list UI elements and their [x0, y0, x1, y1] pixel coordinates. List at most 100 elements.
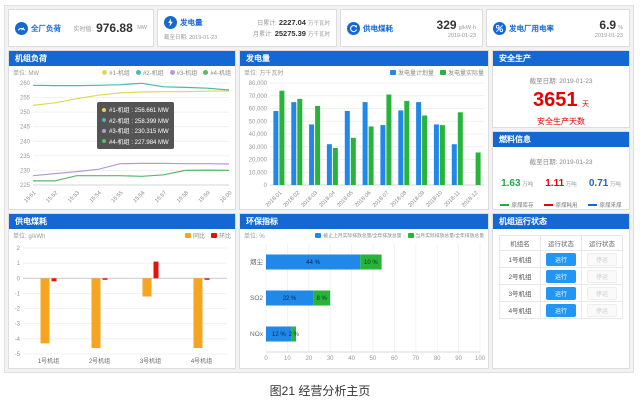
svg-text:20: 20 [305, 356, 312, 362]
card-value: 2227.04 [279, 18, 306, 27]
run-status-button[interactable]: 运行 [546, 304, 576, 317]
legend-item[interactable]: #3-机组 [170, 68, 198, 77]
svg-text:15:58: 15:58 [176, 190, 190, 204]
bar [273, 111, 278, 185]
card-unit: % [618, 25, 623, 31]
svg-text:1: 1 [17, 261, 21, 267]
table-row: 4号机组运行停运 [500, 302, 623, 319]
bottom-row: 供电煤耗 单位: g/kWh 同比环比 -5-4-3-2-10121号机组2号机… [8, 213, 630, 369]
legend-item[interactable]: 发电量计划量 [390, 68, 434, 77]
series-line [33, 163, 229, 175]
unit-name: 2号机组 [500, 268, 541, 285]
svg-text:2018-10: 2018-10 [425, 190, 444, 209]
svg-text:烟尘: 烟尘 [250, 257, 264, 266]
card-value: 976.88 [96, 21, 133, 35]
svg-text:230: 230 [20, 168, 31, 174]
svg-text:0: 0 [264, 183, 268, 189]
legend-swatch [500, 204, 509, 206]
card-unit: 万千瓦时 [308, 30, 330, 38]
chart-tooltip: #1-机组 : 256.661 MW#2-机组 : 258.399 MW#3-机… [97, 102, 174, 149]
kpi-card-coal-rate[interactable]: 供电煤耗 329g/kW·h 2019-01-23 [340, 9, 483, 47]
kpi-card-aux-power[interactable]: 发电厂用电率 6.9% 2019-01-23 [486, 9, 630, 47]
legend-item[interactable]: 截止上月实际排放总量/全年排放总量 [315, 232, 401, 239]
run-status-button[interactable]: 运行 [546, 270, 576, 283]
legend-item[interactable]: 发电量实际量 [440, 68, 484, 77]
kpi-card-plant-load[interactable]: 全厂负荷 实时值: 976.88 MW [8, 9, 154, 47]
kpi-card-generation[interactable]: 发电量 截至日期: 2019-01-23 日累计:2227.04万千瓦时 月累计… [157, 9, 337, 47]
svg-text:60,000: 60,000 [249, 107, 268, 113]
svg-text:30,000: 30,000 [249, 145, 268, 151]
card-title: 全厂负荷 [31, 23, 61, 34]
svg-text:10 %: 10 % [364, 260, 378, 266]
table-row: 3号机组运行停运 [500, 285, 623, 302]
panel-environment: 环保指标 单位: % 截止上月实际排放总量/全年排放总量当月实际排放总量/全年排… [239, 213, 489, 369]
svg-text:2018-08: 2018-08 [390, 190, 409, 209]
unit-status-table: 机组名运行状态运行状态1号机组运行停运2号机组运行停运3号机组运行停运4号机组运… [499, 235, 623, 319]
bar [452, 144, 457, 185]
bar [41, 278, 50, 343]
fuel-item: 1.11 万吨 [545, 173, 576, 191]
svg-text:2号机组: 2号机组 [89, 357, 110, 365]
bar [143, 278, 152, 296]
svg-text:44 %: 44 % [306, 260, 320, 266]
run-status-button[interactable]: 运行 [546, 253, 576, 266]
stop-status-button[interactable]: 停运 [587, 253, 617, 266]
legend-item[interactable]: #2-机组 [136, 68, 164, 77]
run-status-button[interactable]: 运行 [546, 287, 576, 300]
stop-status-button[interactable]: 停运 [587, 287, 617, 300]
chart-legend: 同比环比 [185, 231, 231, 240]
svg-text:2018-04: 2018-04 [318, 190, 337, 209]
chart-legend: 发电量计划量 发电量实际量 [390, 68, 484, 77]
legend-item[interactable]: 环比 [211, 231, 231, 240]
fuel-item: 1.63 万吨 [501, 173, 533, 191]
legend-item[interactable]: 同比 [185, 231, 205, 240]
safety-days: 3651 天 [493, 89, 629, 112]
svg-text:2018-09: 2018-09 [407, 190, 426, 209]
svg-text:2: 2 [17, 246, 21, 252]
series-line [33, 170, 229, 181]
bar [309, 124, 314, 185]
bar [386, 95, 391, 186]
svg-text:40,000: 40,000 [249, 132, 268, 138]
bar [416, 102, 421, 185]
svg-text:2018-01: 2018-01 [265, 190, 284, 209]
panel-safety: 安全生产 截至日期: 2019-01-23 3651 天 安全生产天数 [492, 50, 630, 128]
bar [476, 153, 481, 186]
svg-text:30: 30 [327, 356, 334, 362]
legend-swatch [315, 233, 321, 238]
table-header-row: 机组名运行状态运行状态 [500, 236, 623, 251]
bar [154, 262, 159, 279]
bar [327, 144, 332, 185]
svg-text:8 %: 8 % [316, 296, 327, 302]
svg-text:-2: -2 [15, 307, 21, 313]
svg-text:2018-12: 2018-12 [461, 190, 480, 209]
legend-item[interactable]: #4-机组 [203, 68, 231, 77]
safety-days-label: 安全生产天数 [493, 116, 629, 127]
legend-item[interactable]: 当月实际排放总量/全年排放总量 [408, 232, 485, 239]
stop-status-button[interactable]: 停运 [587, 304, 617, 317]
fuel-legend-item: 原煤耗用 [544, 201, 577, 209]
card-unit: 万千瓦时 [308, 19, 330, 27]
svg-text:40: 40 [348, 356, 355, 362]
bar [194, 278, 203, 348]
legend-label: 发电量实际量 [448, 68, 484, 77]
svg-text:2018-07: 2018-07 [372, 190, 391, 209]
svg-text:245: 245 [20, 125, 31, 131]
card-title: 供电煤耗 [363, 23, 393, 34]
unit-name: 3号机组 [500, 285, 541, 302]
card-value: 6.9 [599, 18, 616, 32]
env-chart: 0102030405060708090100烟尘44 %10 %SO222 %8… [240, 242, 488, 368]
svg-text:225: 225 [20, 183, 31, 189]
fuel-date: 截至日期: 2019-01-23 [493, 156, 629, 166]
date-value: 2019-01-23 [189, 35, 217, 41]
axis-unit-label: 单位: % [244, 231, 265, 240]
chart-legend: #1-机组 #2-机组 #3-机组 #4-机组 [102, 68, 231, 77]
svg-text:70: 70 [412, 356, 419, 362]
bar [103, 278, 108, 280]
bar [291, 102, 296, 185]
stop-status-button[interactable]: 停运 [587, 270, 617, 283]
svg-text:235: 235 [20, 154, 31, 160]
svg-text:80: 80 [434, 356, 441, 362]
panel-title: 机组负荷 [9, 51, 235, 66]
legend-item[interactable]: #1-机组 [102, 68, 130, 77]
